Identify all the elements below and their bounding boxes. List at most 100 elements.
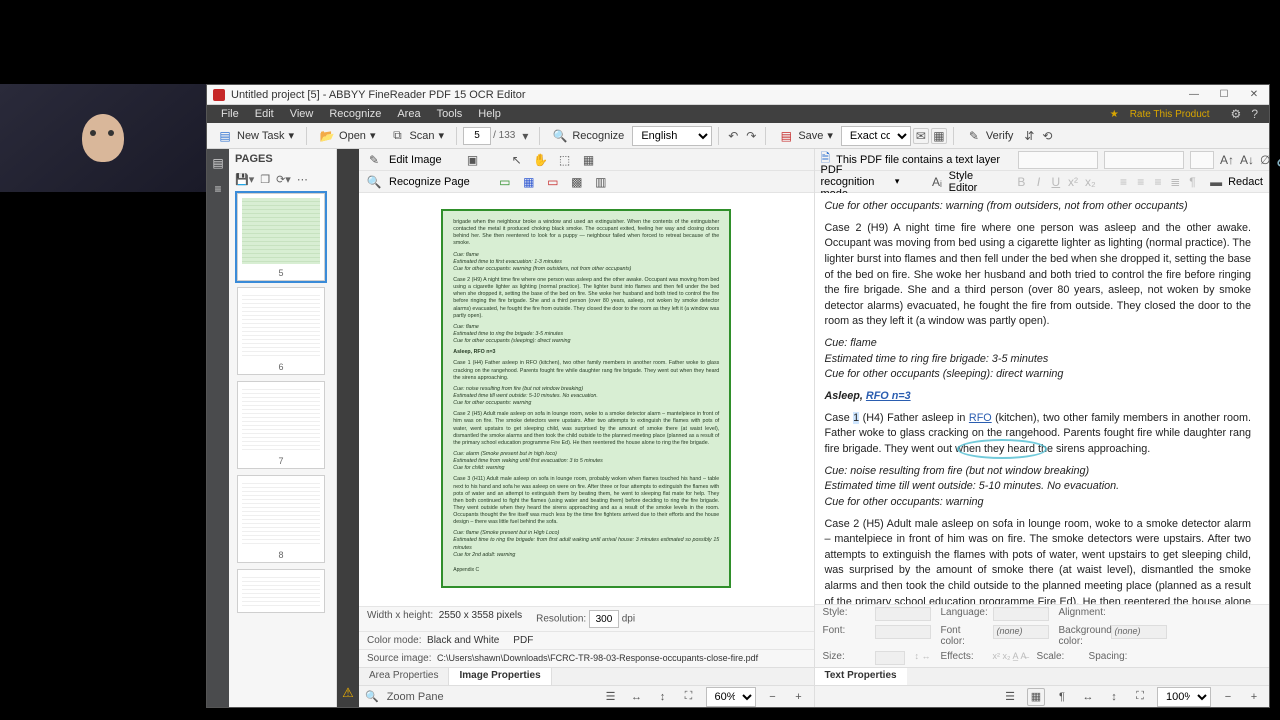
recognize-button[interactable]: 🔍Recognize xyxy=(546,126,630,146)
rotate-icon[interactable]: ⟳▾ xyxy=(276,173,291,186)
link-icon[interactable]: 🔗 xyxy=(1276,151,1280,169)
fit-height-icon[interactable]: ↔ xyxy=(628,688,646,706)
txt-full-icon[interactable]: ⛶ xyxy=(1131,688,1149,706)
language-value[interactable] xyxy=(993,607,1049,621)
thumb-8[interactable]: 8 xyxy=(237,475,325,563)
settings-icon[interactable]: ⚙ xyxy=(1226,107,1247,121)
line-spacing-icon[interactable]: ¶ xyxy=(1187,173,1198,191)
txt-zoom-in-icon[interactable]: + xyxy=(1245,688,1263,706)
minimize-button[interactable]: — xyxy=(1179,85,1209,104)
align-right-icon[interactable]: ≡ xyxy=(1152,173,1163,191)
rate-product[interactable]: ★ Rate This Product xyxy=(1102,109,1226,120)
tab-area-properties[interactable]: Area Properties xyxy=(359,668,449,685)
new-task-button[interactable]: ▤New Task ▾ xyxy=(211,126,300,146)
fontcolor-value[interactable]: (none) xyxy=(993,625,1049,639)
bgcolor-value[interactable]: (none) xyxy=(1111,625,1167,639)
save-button[interactable]: ▤Save ▾ xyxy=(772,126,839,146)
resolution-input[interactable] xyxy=(589,610,619,628)
select-all-icon[interactable]: ▦ xyxy=(580,151,598,169)
subscript-icon[interactable]: x₂ xyxy=(1085,173,1096,191)
size-value[interactable] xyxy=(875,651,905,665)
font-style-select[interactable] xyxy=(1104,151,1184,169)
menu-help[interactable]: Help xyxy=(470,108,509,120)
menu-file[interactable]: File xyxy=(213,108,247,120)
stack-icon[interactable]: ❐ xyxy=(260,173,270,186)
align-justify-icon[interactable]: ≣ xyxy=(1170,173,1181,191)
undo-button[interactable]: ↶ xyxy=(725,128,741,144)
superscript-icon[interactable]: x² xyxy=(1067,173,1078,191)
tool-b-button[interactable]: ⟲ xyxy=(1039,128,1055,144)
verify-button[interactable]: ✎Verify xyxy=(960,126,1020,146)
text-zoom-select[interactable]: 100% xyxy=(1157,687,1211,707)
area-barcode-icon[interactable]: ▥ xyxy=(592,173,610,191)
page-number-input[interactable] xyxy=(463,127,491,145)
image-zoom-select[interactable]: 60% xyxy=(706,687,756,707)
fit-width-icon[interactable]: ☰ xyxy=(602,688,620,706)
scan-button[interactable]: ⧉Scan ▾ xyxy=(383,126,450,146)
menu-view[interactable]: View xyxy=(282,108,322,120)
page-dropdown-icon[interactable]: ▾ xyxy=(517,128,533,144)
warning-icon[interactable]: ⚠ xyxy=(342,685,354,701)
menu-edit[interactable]: Edit xyxy=(247,108,282,120)
font-size-select[interactable] xyxy=(1190,151,1214,169)
txt-pilcrow-icon[interactable]: ¶ xyxy=(1053,688,1071,706)
increase-font-icon[interactable]: A↑ xyxy=(1220,151,1234,169)
tool-a-button[interactable]: ⇵ xyxy=(1021,128,1037,144)
language-select[interactable]: English xyxy=(632,126,712,146)
area-bg-icon[interactable]: ▩ xyxy=(568,173,586,191)
pages-rail-icon[interactable]: ▤ xyxy=(210,155,226,171)
thumb-7[interactable]: 7 xyxy=(237,381,325,469)
area-picture-icon[interactable]: ▭ xyxy=(544,173,562,191)
redact-icon[interactable]: ▬ xyxy=(1210,173,1222,191)
send-button[interactable]: ✉ xyxy=(913,128,929,144)
edit-image-icon[interactable]: ✎ xyxy=(365,151,383,169)
bold-icon[interactable]: B xyxy=(1016,173,1027,191)
maximize-button[interactable]: ☐ xyxy=(1209,85,1239,104)
recognize-page-label[interactable]: Recognize Page xyxy=(389,176,470,188)
open-button[interactable]: 📂Open ▾ xyxy=(313,126,381,146)
area-table-icon[interactable]: ▦ xyxy=(520,173,538,191)
area-text-icon[interactable]: ▭ xyxy=(496,173,514,191)
align-center-icon[interactable]: ≡ xyxy=(1135,173,1146,191)
zoom-in-icon[interactable]: + xyxy=(790,688,808,706)
list-rail-icon[interactable]: ≡ xyxy=(210,181,226,197)
thumb-5[interactable]: 5 xyxy=(237,193,325,281)
font-family-select[interactable] xyxy=(1018,151,1098,169)
menu-recognize[interactable]: Recognize xyxy=(321,108,389,120)
decrease-font-icon[interactable]: A↓ xyxy=(1240,151,1254,169)
crop-icon[interactable]: ▣ xyxy=(464,151,482,169)
select-area-icon[interactable]: ⬚ xyxy=(556,151,574,169)
style-value[interactable] xyxy=(875,607,931,621)
txt-fit-width-icon[interactable]: ↔ xyxy=(1079,688,1097,706)
thumb-9[interactable] xyxy=(237,569,325,613)
save-mode-select[interactable]: Exact copy xyxy=(841,126,911,146)
image-view[interactable]: brigade when the neighbour broke a windo… xyxy=(359,193,814,606)
edit-image-label[interactable]: Edit Image xyxy=(389,154,442,166)
style-editor-icon[interactable]: Aᵢ xyxy=(931,173,942,191)
recognize-page-icon[interactable]: 🔍 xyxy=(365,173,383,191)
redact-label[interactable]: Redact xyxy=(1228,176,1263,188)
underline-icon[interactable]: U xyxy=(1050,173,1061,191)
tab-image-properties[interactable]: Image Properties xyxy=(449,668,551,685)
txt-fit-height-icon[interactable]: ↕ xyxy=(1105,688,1123,706)
hand-icon[interactable]: ✋ xyxy=(532,151,550,169)
menu-tools[interactable]: Tools xyxy=(429,108,471,120)
help-icon[interactable]: ? xyxy=(1246,107,1263,121)
style-editor-label[interactable]: Style Editor xyxy=(949,170,984,194)
more-icon[interactable]: ⋯ xyxy=(297,173,308,186)
layout-button[interactable]: ▦ xyxy=(931,128,947,144)
highlight-icon[interactable]: ∅ xyxy=(1260,151,1270,169)
txt-zoom-out-icon[interactable]: − xyxy=(1219,688,1237,706)
align-left-icon[interactable]: ≡ xyxy=(1118,173,1129,191)
menu-area[interactable]: Area xyxy=(389,108,428,120)
tab-text-properties[interactable]: Text Properties xyxy=(815,668,907,685)
full-screen-icon[interactable]: ⛶ xyxy=(680,688,698,706)
save-thumb-icon[interactable]: 💾▾ xyxy=(235,173,254,186)
fit-page-icon[interactable]: ↕ xyxy=(654,688,672,706)
txt-layout-b-icon[interactable]: ▦ xyxy=(1027,688,1045,706)
thumb-6[interactable]: 6 xyxy=(237,287,325,375)
close-button[interactable]: ✕ xyxy=(1239,85,1269,104)
txt-layout-a-icon[interactable]: ☰ xyxy=(1001,688,1019,706)
text-view[interactable]: Cue for other occupants: warning (from o… xyxy=(815,193,1270,604)
font-value[interactable] xyxy=(875,625,931,639)
